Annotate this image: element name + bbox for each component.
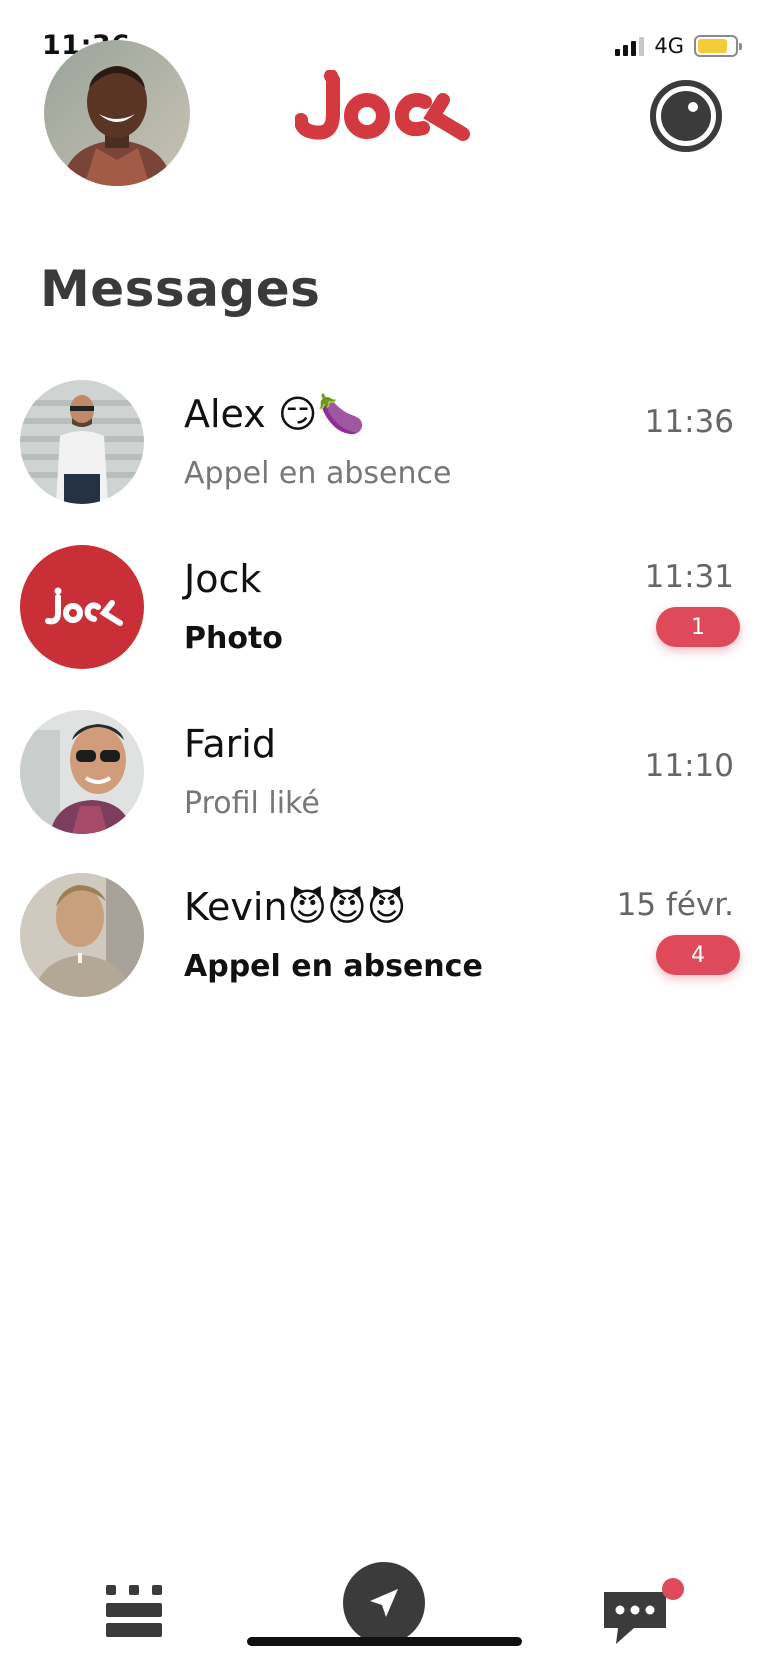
grid-list-icon[interactable] xyxy=(106,1585,162,1645)
avatar xyxy=(20,545,144,669)
unread-badge: 4 xyxy=(656,935,740,975)
message-preview: Appel en absence xyxy=(184,949,483,984)
camera-button[interactable] xyxy=(650,80,722,152)
conversation-item-jock[interactable]: Jock Photo 11:31 1 xyxy=(0,545,768,675)
message-preview: Appel en absence xyxy=(184,456,452,491)
avatar xyxy=(20,710,144,834)
home-indicator[interactable] xyxy=(247,1637,522,1646)
contact-name: Jock xyxy=(184,557,262,601)
location-arrow-icon[interactable] xyxy=(343,1562,425,1644)
battery-icon xyxy=(694,35,742,57)
contact-name: Kevin😈😈😈 xyxy=(184,885,407,929)
jock-logo xyxy=(295,70,470,141)
contact-name: Farid xyxy=(184,722,276,766)
message-preview: Profil liké xyxy=(184,786,320,821)
profile-avatar[interactable] xyxy=(44,40,190,186)
page-title: Messages xyxy=(40,260,321,318)
conversation-item-alex[interactable]: Alex 😏🍆 Appel en absence 11:36 xyxy=(0,380,768,510)
chat-bubble-icon[interactable] xyxy=(604,1578,684,1644)
message-time: 11:31 xyxy=(644,559,734,595)
network-label: 4G xyxy=(654,34,684,58)
avatar xyxy=(20,380,144,504)
notification-dot xyxy=(662,1578,684,1600)
message-preview: Photo xyxy=(184,621,283,656)
contact-name: Alex 😏🍆 xyxy=(184,392,365,436)
conversation-item-farid[interactable]: Farid Profil liké 11:10 xyxy=(0,710,768,840)
message-time: 15 févr. xyxy=(616,887,734,923)
message-time: 11:10 xyxy=(644,748,734,784)
camera-icon xyxy=(661,91,711,141)
signal-icon xyxy=(615,36,645,56)
status-indicators: 4G xyxy=(615,34,742,58)
message-time: 11:36 xyxy=(644,404,734,440)
unread-badge: 1 xyxy=(656,607,740,647)
avatar xyxy=(20,873,144,997)
conversation-item-kevin[interactable]: Kevin😈😈😈 Appel en absence 15 févr. 4 xyxy=(0,873,768,1003)
